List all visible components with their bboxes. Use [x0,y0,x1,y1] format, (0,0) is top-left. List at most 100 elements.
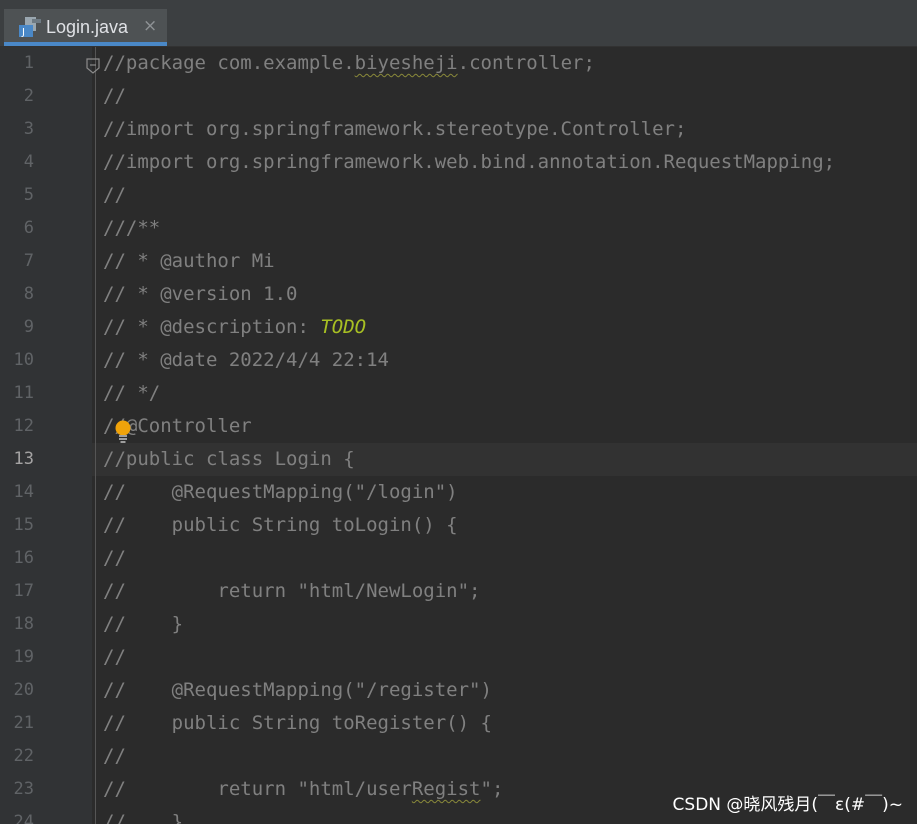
code-text: // return "html/NewLogin"; [103,575,481,608]
code-line[interactable]: 8 // * @version 1.0 [0,278,917,311]
line-number: 17 [13,581,34,601]
code-text: //import org.springframework.stereotype.… [103,113,686,146]
code-text: // [103,740,126,773]
comment-text: //package com.example. [103,52,355,74]
code-line[interactable]: 10 // * @date 2022/4/4 22:14 [0,344,917,377]
code-text: // * @author Mi [103,245,275,278]
spelling-warning-text: Regist [411,778,481,800]
comment-text: //import org.springframework.stereotype.… [103,118,687,140]
comment-text: // public String toRegister() { [103,712,492,734]
code-line[interactable]: 2 // [0,80,917,113]
code-line[interactable]: 19 // [0,641,917,674]
line-number: 2 [23,86,34,106]
code-text: // @RequestMapping("/register") [103,674,492,707]
comment-text: //public class Login { [103,448,355,470]
line-number: 3 [23,119,34,139]
code-text: // public String toRegister() { [103,707,492,740]
code-text: // } [103,608,183,641]
line-number: 22 [13,746,34,766]
code-line[interactable]: 6 ///** [0,212,917,245]
code-line[interactable]: 14 // @RequestMapping("/login") [0,476,917,509]
comment-text: "; [480,778,504,800]
comment-text: // @RequestMapping("/register") [103,679,492,701]
line-number: 9 [23,317,34,337]
todo-keyword: TODO [320,316,367,338]
code-text: // [103,641,126,674]
line-number: 11 [13,383,34,403]
comment-text: // return "html/NewLogin"; [103,580,481,602]
comment-text: // } [103,613,184,635]
code-line[interactable]: 3 //import org.springframework.stereotype… [0,113,917,146]
comment-text: // } [103,811,184,824]
comment-text: // * @author Mi [103,250,275,272]
code-line[interactable]: 17 // return "html/NewLogin"; [0,575,917,608]
line-number: 14 [13,482,34,502]
code-line[interactable]: 20 // @RequestMapping("/register") [0,674,917,707]
comment-text: // return "html/user [103,778,412,800]
line-number: 6 [23,218,34,238]
code-editor[interactable]: 1 //package com.example.biyesheji.control… [0,47,917,824]
line-number: 19 [13,647,34,667]
code-line[interactable]: 4 //import org.springframework.web.bind.a… [0,146,917,179]
code-text: // [103,542,126,575]
code-text: // */ [103,377,160,410]
code-line[interactable]: 22 // [0,740,917,773]
tab-login-java[interactable]: J Login.java × [4,9,167,46]
code-line[interactable]: 16 // [0,542,917,575]
code-text: //public class Login { [103,443,355,476]
code-line[interactable]: 12//@Controller [0,410,917,443]
code-text: // return "html/userRegist"; [103,773,503,806]
comment-text: // [103,745,126,767]
line-number: 24 [13,812,34,824]
comment-text: // * @version 1.0 [103,283,298,305]
comment-text: // */ [103,382,161,404]
code-text: // * @date 2022/4/4 22:14 [103,344,389,377]
code-line[interactable]: 9 // * @description: TODO [0,311,917,344]
code-line[interactable]: 1 //package com.example.biyesheji.control… [0,47,917,80]
comment-text: // [103,85,126,107]
code-line[interactable]: 21 // public String toRegister() { [0,707,917,740]
comment-text: // * @description: [103,316,321,338]
line-number: 18 [13,614,34,634]
line-number: 23 [13,779,34,799]
lightbulb-intention-icon[interactable] [114,420,132,444]
csdn-watermark: CSDN @晓风残月(￣ε(#￣)~ [672,795,903,815]
line-number: 15 [13,515,34,535]
line-number: 10 [13,350,34,370]
svg-text:J: J [21,27,25,37]
code-text: // } [103,806,183,824]
line-number: 1 [23,53,34,73]
comment-text: // * @date 2022/4/4 22:14 [103,349,389,371]
line-number: 20 [13,680,34,700]
code-text: // [103,80,126,113]
code-text: //import org.springframework.web.bind.an… [103,146,835,179]
comment-text: // [103,547,126,569]
spelling-warning-text: biyesheji [354,52,458,74]
comment-text: // @RequestMapping("/login") [103,481,458,503]
line-number: 13 [13,449,34,469]
code-line[interactable]: 13 //public class Login { [0,443,917,476]
fold-marker-icon[interactable] [86,58,100,74]
code-text: // [103,179,126,212]
editor-tab-bar: J Login.java × [0,0,917,47]
code-text: //package com.example.biyesheji.controll… [103,47,595,80]
line-number: 7 [23,251,34,271]
code-line[interactable]: 18 // } [0,608,917,641]
line-number: 12 [13,416,34,436]
line-number: 4 [23,152,34,172]
code-text: ///** [103,212,160,245]
code-line[interactable]: 5 // [0,179,917,212]
line-number: 5 [23,185,34,205]
code-line[interactable]: 7 // * @author Mi [0,245,917,278]
comment-text: // [103,646,126,668]
tab-close-icon[interactable]: × [143,15,157,37]
code-text: // @RequestMapping("/login") [103,476,458,509]
line-number: 8 [23,284,34,304]
code-text: // public String toLogin() { [103,509,458,542]
tab-title: Login.java [46,17,129,37]
line-number: 21 [13,713,34,733]
code-text: // * @description: TODO [103,311,366,344]
code-line[interactable]: 11 // */ [0,377,917,410]
code-line[interactable]: 15 // public String toLogin() { [0,509,917,542]
comment-text: //import org.springframework.web.bind.an… [103,151,836,173]
